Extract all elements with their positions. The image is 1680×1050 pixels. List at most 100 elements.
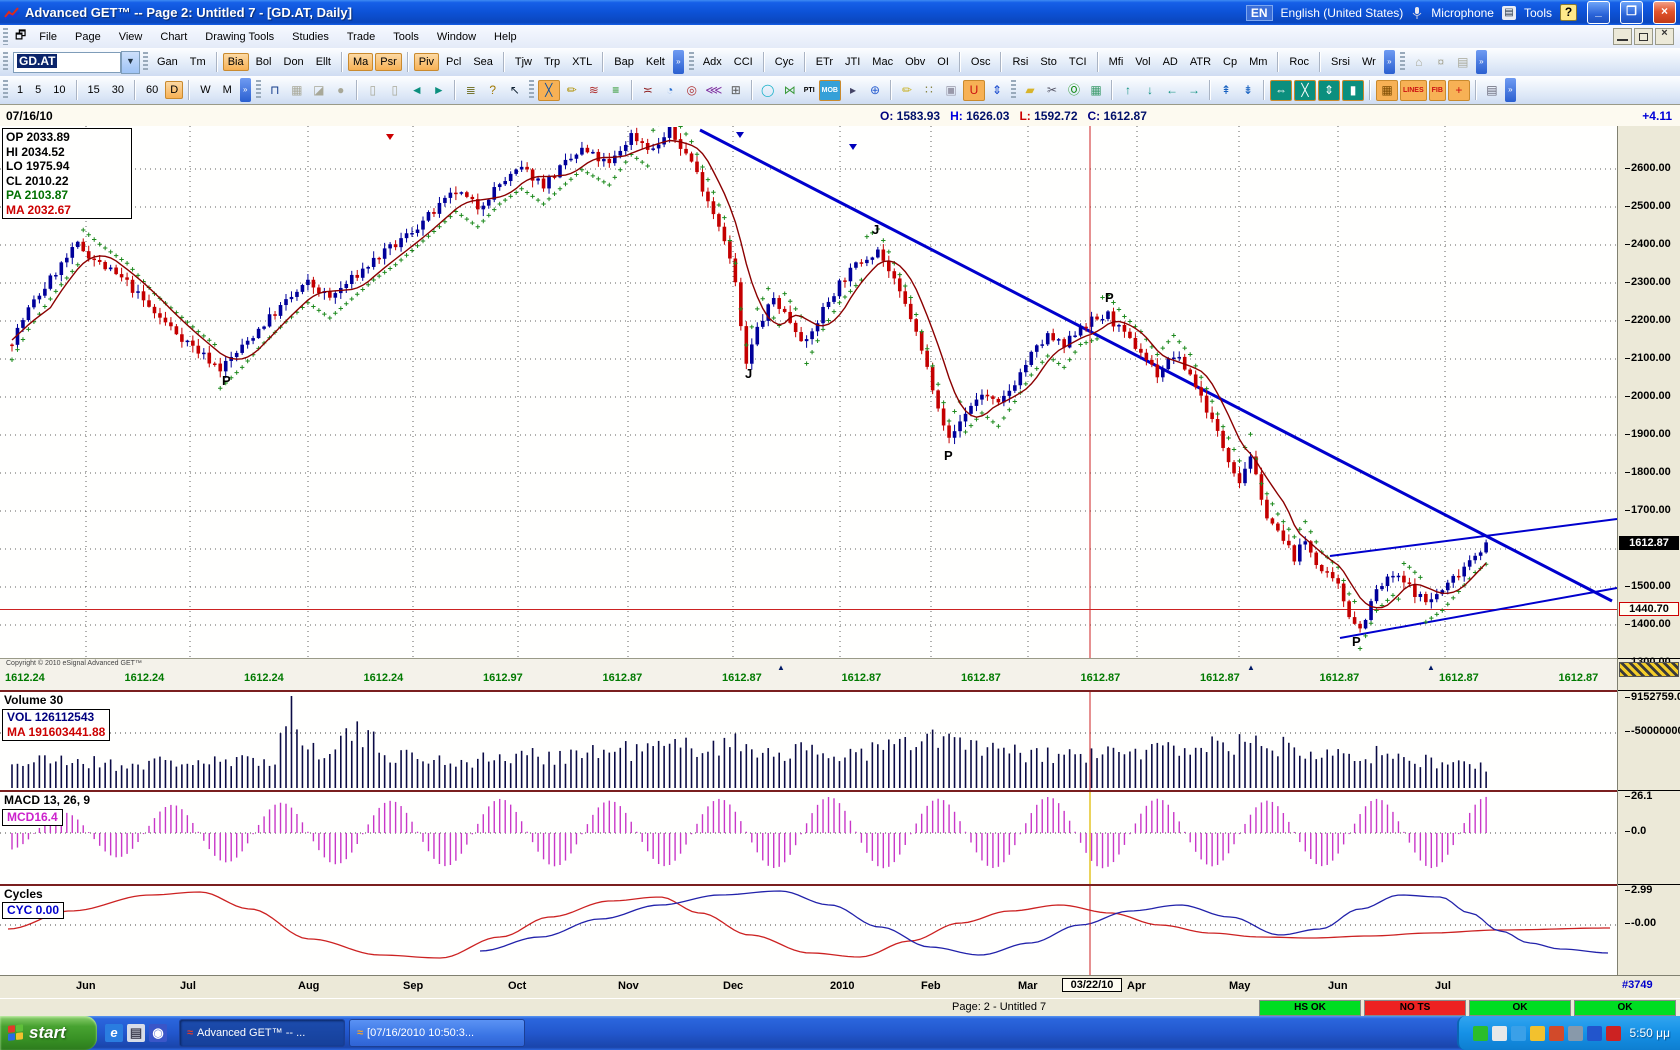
cut-icon[interactable]: ✂ — [1042, 81, 1062, 100]
snapshot-icon[interactable]: ∷ — [919, 81, 939, 100]
grid-icon[interactable]: ⊞ — [726, 81, 746, 100]
date-axis[interactable]: 03/22/10 #3749 JunJulAugSepOctNovDec2010… — [0, 975, 1680, 999]
indicator-rsi-button[interactable]: Rsi — [1007, 53, 1033, 71]
indicator-obv-button[interactable]: Obv — [900, 53, 930, 71]
taskbar-task-2[interactable]: ≈[07/16/2010 10:50:3... — [349, 1019, 525, 1047]
close-button[interactable]: × — [1653, 1, 1676, 24]
symbol-combo[interactable]: GD.AT ▼ — [13, 51, 140, 74]
indicator-jti-button[interactable]: JTI — [840, 53, 865, 71]
prev-page-icon[interactable]: ◄ — [407, 81, 427, 100]
study-sea-button[interactable]: Sea — [468, 53, 498, 71]
target-icon[interactable]: ◎ — [682, 81, 702, 100]
symbol-dropdown-arrow-icon[interactable]: ▼ — [121, 51, 140, 74]
timeframe-5-button[interactable]: 5 — [30, 81, 46, 99]
full-view-icon[interactable]: ▮ — [1342, 80, 1364, 101]
language-help-button[interactable]: ? — [1560, 4, 1577, 21]
indicator-adx-button[interactable]: Adx — [698, 53, 727, 71]
tray-icon-1[interactable] — [1473, 1026, 1488, 1041]
elliott-wave-icon[interactable]: ≋ — [584, 81, 604, 100]
indicator-osc-button[interactable]: Osc — [966, 53, 996, 71]
timeframe-10-button[interactable]: 10 — [48, 81, 70, 99]
price-axis[interactable]: 2600.002500.002400.002300.002200.002100.… — [1617, 126, 1680, 975]
study-piv-button[interactable]: Piv — [414, 53, 439, 71]
symbol-input[interactable]: GD.AT — [17, 54, 57, 68]
note-pointer-icon[interactable]: ▸ — [843, 81, 863, 100]
mdi-close-button[interactable] — [1655, 28, 1674, 45]
restore-button[interactable]: ❒ — [1620, 1, 1643, 24]
context-help-icon[interactable]: ↖ — [505, 81, 525, 100]
indicator-oi-button[interactable]: OI — [932, 53, 954, 71]
mdi-minimize-button[interactable] — [1613, 28, 1632, 45]
cycles-panel[interactable]: Cycles CYC 0.00 — [0, 884, 1617, 977]
study-ma-button[interactable]: Ma — [348, 53, 373, 71]
ellipse-tool-icon[interactable]: ◯ — [758, 81, 778, 100]
new-page-icon[interactable]: ▯ — [363, 81, 383, 100]
menu-tools[interactable]: Tools — [384, 28, 428, 46]
circle-record-icon[interactable]: Ⓞ — [1064, 81, 1084, 100]
add-level-icon[interactable]: + — [1448, 80, 1470, 101]
money-icon[interactable]: ¤ — [1431, 53, 1451, 72]
print-icon[interactable]: ≣ — [461, 81, 481, 100]
study-psr-button[interactable]: Psr — [375, 53, 402, 71]
expand-horizontal-icon[interactable]: ⇔ — [1270, 80, 1292, 101]
study-bia-button[interactable]: Bia — [223, 53, 249, 71]
lines-toggle-icon[interactable]: LINES — [1400, 80, 1427, 101]
pencil-icon[interactable]: ✏ — [562, 81, 582, 100]
tray-icon-5[interactable] — [1549, 1026, 1564, 1041]
menu-help[interactable]: Help — [485, 28, 526, 46]
tray-icon-4[interactable] — [1530, 1026, 1545, 1041]
timeframe-m-button[interactable]: M — [218, 81, 237, 99]
indicator-tci-button[interactable]: TCI — [1064, 53, 1092, 71]
menu-view[interactable]: View — [110, 28, 152, 46]
balloon-icon[interactable]: ● — [331, 81, 351, 100]
indicator-cyc-button[interactable]: Cyc — [770, 53, 799, 71]
language-indicator[interactable]: EN — [1246, 5, 1273, 21]
regression-icon[interactable]: ≍ — [638, 81, 658, 100]
volume-panel[interactable]: Volume 30 VOL 126112543 MA 191603441.88 — [0, 690, 1617, 792]
help-icon[interactable]: ? — [483, 81, 503, 100]
timeframe-15-button[interactable]: 15 — [83, 81, 105, 99]
language-tools-button[interactable]: Tools — [1524, 6, 1552, 20]
toolbar-overflow-button[interactable]: » — [1476, 50, 1487, 74]
dots-grid-icon[interactable]: ▦ — [1376, 80, 1398, 101]
tracks-icon[interactable]: ⋈ — [780, 81, 800, 100]
copy-page-icon[interactable]: ▣ — [941, 81, 961, 100]
macd-panel[interactable]: MACD 13, 26, 9 MCD16.4 — [0, 790, 1617, 886]
shift-left-icon[interactable]: ⇞ — [1216, 81, 1236, 100]
tray-icon-6[interactable] — [1568, 1026, 1583, 1041]
timeframe-w-button[interactable]: W — [195, 81, 215, 99]
microphone-button[interactable]: Microphone — [1431, 6, 1494, 20]
arrow-up-icon[interactable]: ↑ — [1118, 81, 1138, 100]
paste-icon[interactable]: ▦ — [1086, 81, 1106, 100]
indicator-srsi-button[interactable]: Srsi — [1326, 53, 1355, 71]
indicator-mac-button[interactable]: Mac — [867, 53, 898, 71]
mini-scrollbar[interactable] — [1619, 662, 1679, 677]
study-bap-button[interactable]: Bap — [609, 53, 639, 71]
tray-icon-7[interactable] — [1587, 1026, 1602, 1041]
delete-page-icon[interactable]: ▯ — [385, 81, 405, 100]
toolbar-overflow-button[interactable]: » — [1384, 50, 1395, 74]
indicator-vol-button[interactable]: Vol — [1130, 53, 1155, 71]
mdi-restore-button[interactable] — [1634, 28, 1653, 45]
study-xtl-button[interactable]: XTL — [567, 53, 597, 71]
indicator-atr-button[interactable]: ATR — [1185, 53, 1216, 71]
highlighter-icon[interactable]: ✏ — [897, 81, 917, 100]
fib-toggle-icon[interactable]: FIB — [1429, 80, 1446, 101]
timeframe-1-button[interactable]: 1 — [12, 81, 28, 99]
menu-drawing-tools[interactable]: Drawing Tools — [196, 28, 283, 46]
study-tm-button[interactable]: Tm — [185, 53, 211, 71]
arrow-right-icon[interactable]: → — [1184, 81, 1204, 100]
crosshair-tool-icon[interactable]: ╳ — [538, 80, 560, 101]
menu-window[interactable]: Window — [428, 28, 485, 46]
indicator-sto-button[interactable]: Sto — [1035, 53, 1062, 71]
split-view-icon[interactable]: ⇕ — [987, 81, 1007, 100]
report-icon[interactable]: ▤ — [1453, 53, 1473, 72]
arrow-down-icon[interactable]: ↓ — [1140, 81, 1160, 100]
price-chart-area[interactable]: PJJPPP OP 2033.89HI 2034.52LO 1975.94CL … — [0, 126, 1617, 658]
study-gan-button[interactable]: Gan — [152, 53, 183, 71]
study-kelt-button[interactable]: Kelt — [641, 53, 670, 71]
compress-icon[interactable]: ╳ — [1294, 80, 1316, 101]
tray-icon-2[interactable] — [1492, 1026, 1507, 1041]
taskbar-task-1[interactable]: ≈Advanced GET™ -- ... — [179, 1019, 345, 1047]
indicator-cp-button[interactable]: Cp — [1218, 53, 1242, 71]
